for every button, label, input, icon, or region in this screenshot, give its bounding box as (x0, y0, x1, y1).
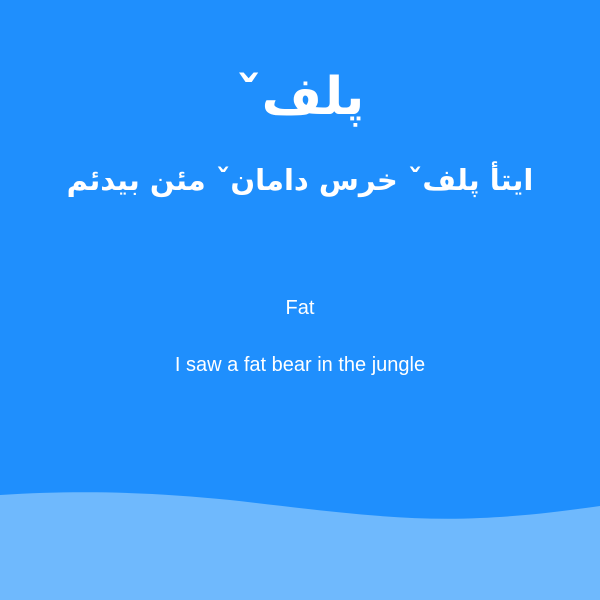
vocabulary-word: پلفˇ (235, 67, 365, 127)
flashcard: پلفˇ ایتأ پلفˇ خرس دامانˇ مئن بیدئم Fat … (0, 0, 600, 600)
wave-shape (0, 492, 600, 600)
word-translation: Fat (285, 297, 315, 319)
wave-decoration (0, 492, 600, 600)
sentence-translation: I saw a fat bear in the jungle (174, 354, 426, 376)
example-sentence: ایتأ پلفˇ خرس دامانˇ مئن بیدئم (66, 163, 534, 197)
